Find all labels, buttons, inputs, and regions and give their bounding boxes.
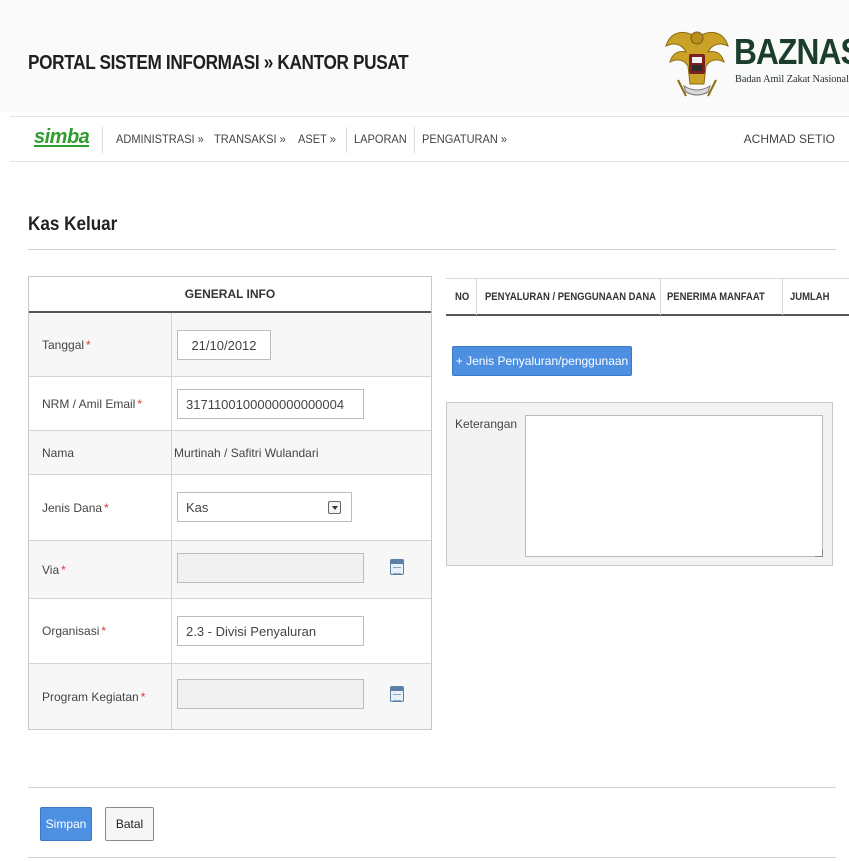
lookup-calendar-icon[interactable] (390, 686, 404, 702)
column-divider (171, 377, 172, 430)
portal-title: PORTAL SISTEM INFORMASI » KANTOR PUSAT (28, 52, 409, 74)
actions-divider-top (28, 787, 836, 788)
program-kegiatan-input[interactable] (177, 679, 364, 709)
brand-subtitle: Badan Amil Zakat Nasional (735, 73, 849, 85)
column-divider (171, 664, 172, 729)
chevron-down-icon[interactable] (328, 501, 341, 514)
required-mark: * (140, 689, 146, 704)
form-row-nrm: NRM / Amil Email * 3171100100000000000004 (29, 377, 431, 431)
column-header-penyaluran: PENYALURAN / PENGGUNAAN DANA (485, 291, 657, 303)
page-title: Kas Keluar (28, 214, 118, 235)
general-info-table: GENERAL INFO Tanggal * 21/10/2012 NRM / A… (28, 276, 432, 730)
nav-item-laporan[interactable]: LAPORAN (354, 132, 407, 146)
nav-divider (346, 127, 347, 153)
nav-item-administrasi[interactable]: ADMINISTRASI » (116, 132, 204, 146)
nama-label: Nama (42, 445, 75, 460)
nav-item-transaksi[interactable]: TRANSAKSI » (214, 132, 286, 146)
simba-logo[interactable]: simba (34, 126, 90, 149)
column-divider (476, 279, 477, 315)
brand-name: BAZNAS (734, 31, 849, 72)
nama-value: Murtinah / Safitri Wulandari (174, 445, 319, 460)
form-row-jenis-dana: Jenis Dana * Kas (29, 475, 431, 541)
required-mark: * (104, 500, 109, 515)
form-row-program-kegiatan: Program Kegiatan * (29, 664, 431, 729)
nav-item-aset[interactable]: ASET » (298, 132, 336, 146)
tanggal-label: Tanggal * (42, 337, 91, 352)
nav-item-pengaturan[interactable]: PENGATURAN » (422, 132, 507, 146)
column-header-no: NO (455, 291, 470, 303)
column-divider (171, 431, 172, 474)
jenis-dana-select[interactable]: Kas (177, 492, 352, 522)
program-kegiatan-label: Program Kegiatan * (42, 689, 146, 704)
nrm-label: NRM / Amil Email * (42, 396, 143, 411)
general-info-header: GENERAL INFO (29, 277, 431, 313)
via-input[interactable] (177, 553, 364, 583)
add-distribution-type-button[interactable]: + Jenis Penyaluran/penggunaan (452, 346, 632, 376)
column-header-jumlah: JUMLAH (790, 291, 830, 303)
cancel-button[interactable]: Batal (105, 807, 154, 841)
form-row-organisasi: Organisasi * 2.3 - Divisi Penyaluran (29, 599, 431, 664)
garuda-emblem-icon (665, 31, 729, 97)
user-menu[interactable]: ACHMAD SETIO (744, 132, 835, 146)
column-divider (171, 475, 172, 540)
keterangan-label: Keterangan (455, 417, 518, 431)
form-row-nama: Nama Murtinah / Safitri Wulandari (29, 431, 431, 475)
main-nav: simba ADMINISTRASI » TRANSAKSI » ASET » … (10, 116, 849, 162)
required-mark: * (61, 562, 66, 577)
column-header-penerima: PENERIMA MANFAAT (667, 291, 765, 303)
column-divider (171, 541, 172, 598)
distribution-table-header: NO PENYALURAN / PENGGUNAAN DANA PENERIMA… (446, 278, 849, 316)
column-divider (660, 279, 661, 315)
resize-handle-icon[interactable] (815, 549, 823, 557)
column-divider (171, 599, 172, 663)
required-mark: * (101, 624, 107, 638)
via-label: Via * (42, 562, 66, 577)
title-divider (28, 249, 836, 250)
organisasi-input[interactable]: 2.3 - Divisi Penyaluran (177, 616, 364, 646)
jenis-dana-label: Jenis Dana * (42, 500, 109, 515)
column-divider (782, 279, 783, 315)
save-button[interactable]: Simpan (40, 807, 92, 841)
form-row-via: Via * (29, 541, 431, 599)
required-mark: * (86, 337, 91, 352)
keterangan-textarea[interactable] (525, 415, 823, 557)
nav-divider (414, 127, 415, 153)
keterangan-panel: Keterangan (446, 402, 833, 566)
jenis-dana-value: Kas (186, 499, 209, 515)
nav-divider (102, 127, 103, 153)
required-mark: * (137, 396, 143, 411)
lookup-calendar-icon[interactable] (390, 559, 404, 575)
form-row-tanggal: Tanggal * 21/10/2012 (29, 313, 431, 377)
tanggal-input[interactable]: 21/10/2012 (177, 330, 271, 360)
column-divider (171, 313, 172, 376)
organisasi-label: Organisasi * (42, 624, 107, 638)
portal-header: PORTAL SISTEM INFORMASI » KANTOR PUSAT B… (0, 0, 849, 112)
nrm-input[interactable]: 3171100100000000000004 (177, 389, 364, 419)
actions-divider-bottom (28, 857, 836, 858)
